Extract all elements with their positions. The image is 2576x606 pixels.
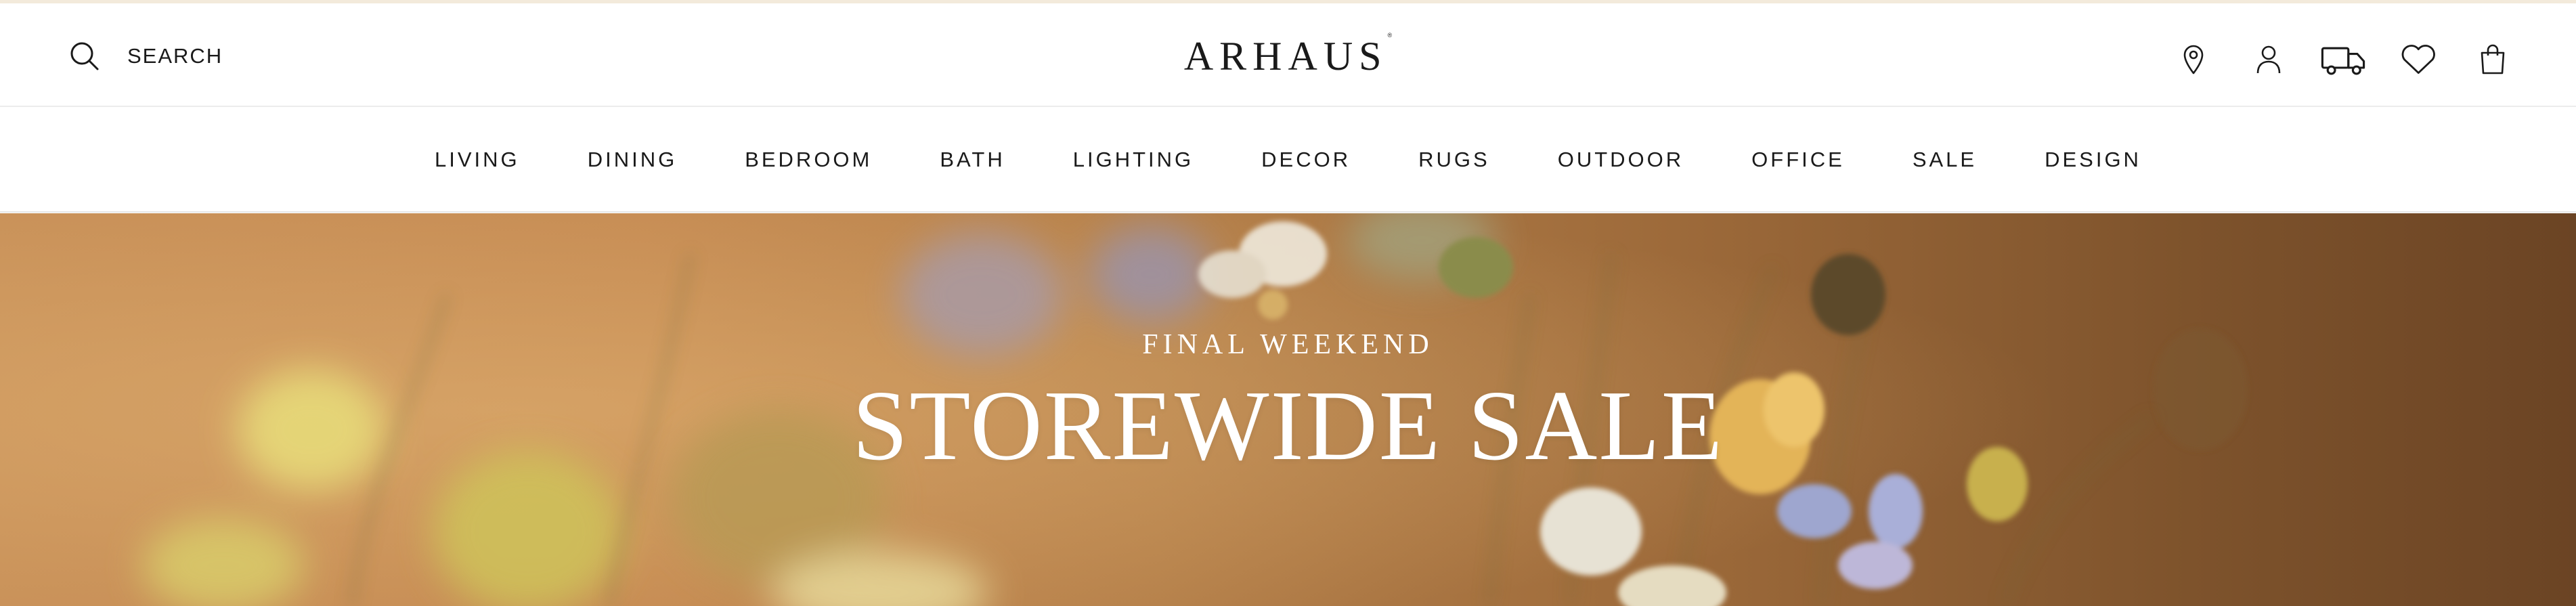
nav-item-dining[interactable]: DINING bbox=[588, 148, 678, 172]
delivery-truck-icon bbox=[2321, 47, 2365, 75]
nav-item-outdoor[interactable]: OUTDOOR bbox=[1558, 148, 1684, 172]
cart-button[interactable] bbox=[2472, 41, 2513, 79]
shopping-bag-icon bbox=[2481, 44, 2505, 74]
hero-eyebrow: FINAL WEEKEND bbox=[1142, 329, 1434, 360]
hero-banner[interactable]: FINAL WEEKEND STOREWIDE SALE bbox=[0, 213, 2576, 606]
delivery-tracking-button[interactable] bbox=[2321, 41, 2365, 79]
account-icon bbox=[2256, 45, 2281, 74]
header-utility-icons bbox=[0, 41, 2576, 79]
nav-item-decor[interactable]: DECOR bbox=[1261, 148, 1351, 172]
location-pin-icon bbox=[2183, 45, 2204, 74]
nav-item-bath[interactable]: BATH bbox=[940, 148, 1005, 172]
wishlist-button[interactable] bbox=[2398, 41, 2439, 79]
wishlist-heart-icon bbox=[2401, 45, 2435, 74]
account-button[interactable] bbox=[2248, 41, 2289, 79]
nav-item-bedroom[interactable]: BEDROOM bbox=[745, 148, 872, 172]
nav-item-rugs[interactable]: RUGS bbox=[1418, 148, 1490, 172]
nav-item-living[interactable]: LIVING bbox=[435, 148, 520, 172]
nav-item-lighting[interactable]: LIGHTING bbox=[1073, 148, 1194, 172]
logo-registered-mark: ® bbox=[1387, 32, 1393, 39]
hero-headline: STOREWIDE SALE bbox=[852, 370, 1724, 481]
site-header: SEARCH ARHAUS® bbox=[0, 3, 2576, 107]
store-locator-button[interactable] bbox=[2173, 41, 2214, 79]
main-navigation: LIVING DINING BEDROOM BATH LIGHTING DECO… bbox=[0, 108, 2576, 213]
nav-item-office[interactable]: OFFICE bbox=[1751, 148, 1845, 172]
nav-item-sale[interactable]: SALE bbox=[1913, 148, 1977, 172]
nav-item-design[interactable]: DESIGN bbox=[2045, 148, 2141, 172]
